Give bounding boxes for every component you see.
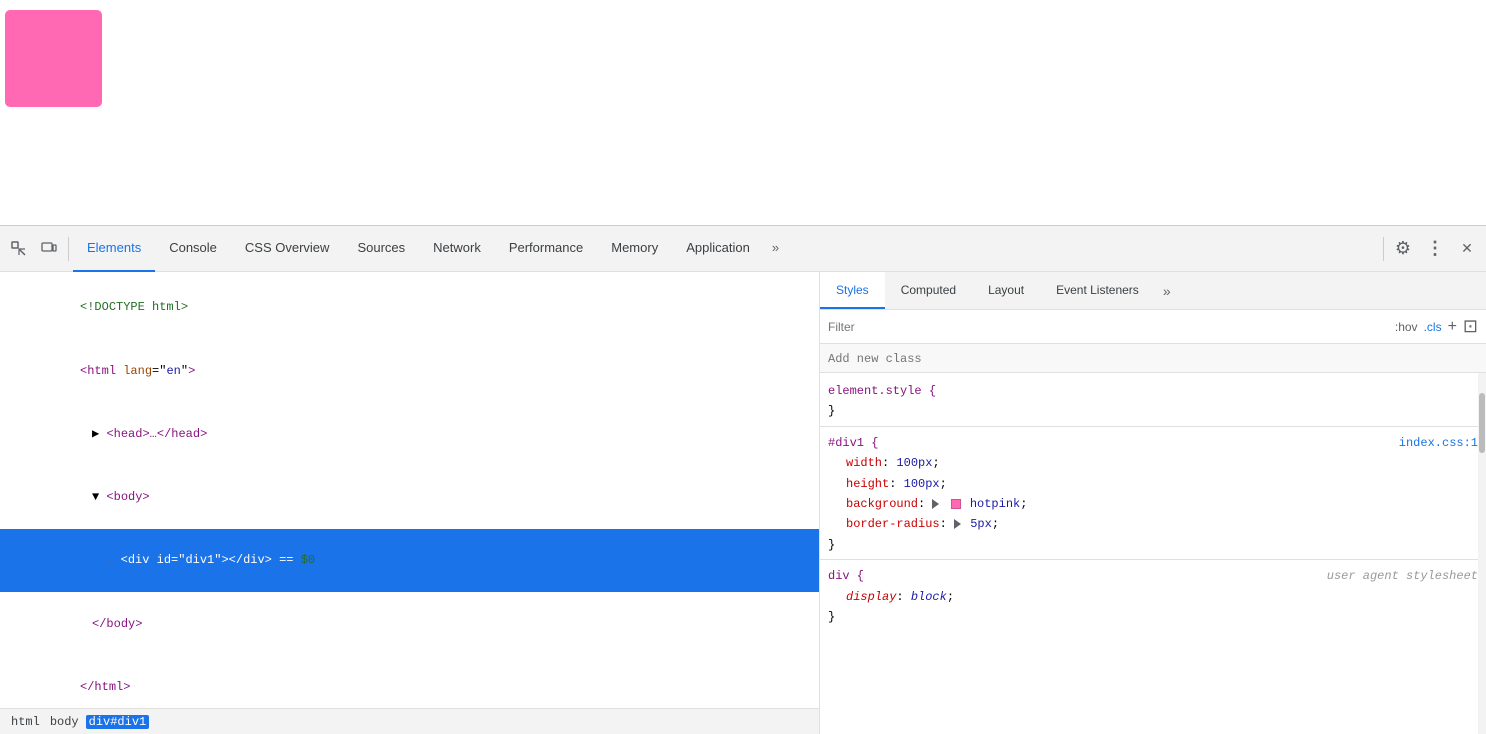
subtab-styles[interactable]: Styles <box>820 272 885 309</box>
html-line-html-close[interactable]: </html> <box>0 655 819 708</box>
add-class-bar <box>820 344 1486 373</box>
kebab-menu-icon[interactable]: ⋮ <box>1420 234 1450 264</box>
styles-filter-toolbar: :hov .cls + ⊡ <box>820 310 1486 344</box>
add-style-button[interactable]: + <box>1448 318 1457 336</box>
subtab-computed[interactable]: Computed <box>885 272 972 309</box>
tab-more[interactable]: » <box>764 226 787 272</box>
subtab-layout[interactable]: Layout <box>972 272 1040 309</box>
elements-content[interactable]: <!DOCTYPE html> <html lang="en"> ▶ <head… <box>0 272 819 708</box>
background-expand-icon[interactable] <box>932 499 939 509</box>
html-line-head[interactable]: ▶ <head>…</head> <box>0 402 819 465</box>
toggle-sidebar-icon[interactable]: ⊡ <box>1463 316 1478 337</box>
html-line-body-close[interactable]: </body> <box>0 592 819 655</box>
subtab-event-listeners[interactable]: Event Listeners <box>1040 272 1155 309</box>
tab-application[interactable]: Application <box>672 226 764 272</box>
devtools-panel: Elements Console CSS Overview Sources Ne… <box>0 225 1486 734</box>
styles-content[interactable]: element.style { } #div1 { index.css:1 wi… <box>820 373 1486 734</box>
breadcrumb-div1[interactable]: div#div1 <box>86 715 150 729</box>
html-line-div[interactable]: …<div id="div1"></div> == $0 <box>0 529 819 592</box>
html-line-body[interactable]: ▼ <body> <box>0 466 819 529</box>
tab-elements[interactable]: Elements <box>73 226 155 272</box>
subtab-more-icon[interactable]: » <box>1155 272 1179 309</box>
tab-network[interactable]: Network <box>419 226 495 272</box>
display-prop: display <box>846 590 896 604</box>
tab-memory[interactable]: Memory <box>597 226 672 272</box>
tab-css-overview[interactable]: CSS Overview <box>231 226 344 272</box>
tab-performance[interactable]: Performance <box>495 226 597 272</box>
devtools-toolbar: Elements Console CSS Overview Sources Ne… <box>0 226 1486 272</box>
style-rule-div1: #div1 { index.css:1 width: 100px; height… <box>820 426 1486 559</box>
styles-subtabs: Styles Computed Layout Event Listeners » <box>820 272 1486 310</box>
toolbar-right-actions: ⚙ ⋮ ✕ <box>1388 234 1482 264</box>
tab-console[interactable]: Console <box>155 226 231 272</box>
toolbar-separator <box>68 237 69 261</box>
styles-scrollbar-thumb[interactable] <box>1479 393 1485 453</box>
styles-filter-input[interactable] <box>828 320 1391 334</box>
breadcrumb: html body div#div1 <box>0 708 819 734</box>
color-swatch[interactable] <box>951 499 961 509</box>
user-agent-label: user agent stylesheet <box>1327 566 1478 586</box>
style-rule-div-useragent: div { user agent stylesheet display: blo… <box>820 559 1486 631</box>
inspect-element-icon[interactable] <box>4 234 34 264</box>
html-line-doctype[interactable]: <!DOCTYPE html> <box>0 276 819 339</box>
html-line-html[interactable]: <html lang="en"> <box>0 339 819 402</box>
breadcrumb-body[interactable]: body <box>47 715 82 729</box>
close-devtools-icon[interactable]: ✕ <box>1452 234 1482 264</box>
add-class-input[interactable] <box>828 352 1478 366</box>
breadcrumb-html[interactable]: html <box>8 715 43 729</box>
device-toggle-icon[interactable] <box>34 234 64 264</box>
devtools-main: <!DOCTYPE html> <html lang="en"> ▶ <head… <box>0 272 1486 734</box>
hov-button[interactable]: :hov <box>1395 320 1418 334</box>
devtools-tabs: Elements Console CSS Overview Sources Ne… <box>73 226 1379 272</box>
tab-sources[interactable]: Sources <box>343 226 419 272</box>
toolbar-separator-2 <box>1383 237 1384 261</box>
settings-icon[interactable]: ⚙ <box>1388 234 1418 264</box>
styles-panel: Styles Computed Layout Event Listeners »… <box>820 272 1486 734</box>
styles-toolbar-right: :hov .cls + ⊡ <box>1395 316 1478 337</box>
source-link-index-css[interactable]: index.css:1 <box>1399 433 1478 453</box>
styles-scrollbar[interactable] <box>1478 373 1486 734</box>
cls-button[interactable]: .cls <box>1424 320 1442 334</box>
pink-box <box>5 10 102 107</box>
page-content <box>0 0 1486 225</box>
border-radius-expand-icon[interactable] <box>954 519 961 529</box>
elements-panel: <!DOCTYPE html> <html lang="en"> ▶ <head… <box>0 272 820 734</box>
style-rule-element: element.style { } <box>820 377 1486 426</box>
